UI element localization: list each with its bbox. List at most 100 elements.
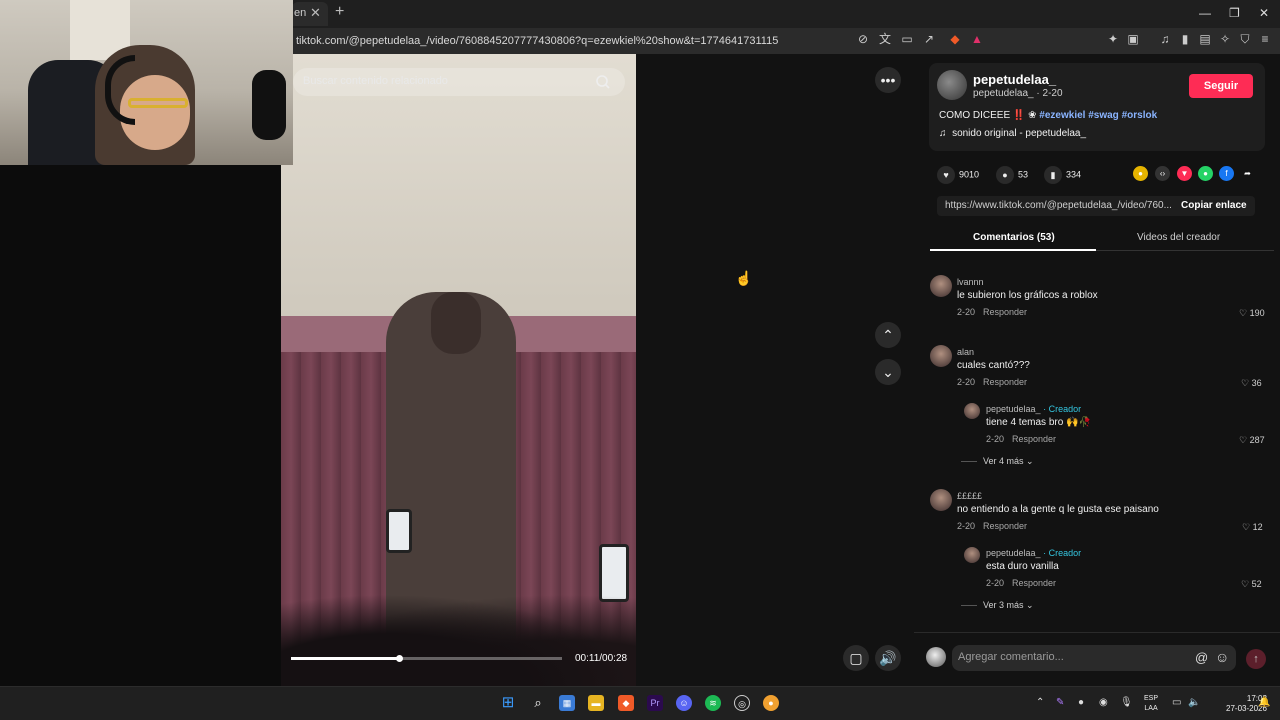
reply-author[interactable]: pepetudelaa_ · Creador bbox=[986, 548, 1081, 558]
tray-discord-icon[interactable]: ● bbox=[1078, 697, 1084, 708]
close-window-icon[interactable]: ✕ bbox=[1259, 6, 1269, 20]
microphone-icon[interactable]: 🎙 bbox=[1120, 697, 1133, 708]
obs-icon[interactable]: ◎ bbox=[734, 695, 750, 711]
brave-rewards-icon[interactable]: ▲ bbox=[970, 32, 984, 46]
sidebar-icon[interactable]: ▮ bbox=[1178, 32, 1192, 46]
video-player[interactable] bbox=[281, 54, 636, 686]
share-arrow-icon[interactable]: ➦ bbox=[1240, 166, 1255, 181]
comment-author[interactable]: lvannn bbox=[957, 277, 984, 287]
comment-like[interactable]: ♡ 12 bbox=[1242, 522, 1263, 533]
tray-overflow-icon[interactable]: ⌃ bbox=[1036, 697, 1044, 708]
mouse-cursor-icon: ☝ bbox=[735, 270, 753, 286]
language-indicator[interactable]: ESP LAA bbox=[1144, 694, 1158, 714]
send-icon[interactable]: ▼ bbox=[1177, 166, 1192, 181]
brave-shield-icon[interactable]: ◆ bbox=[948, 32, 962, 46]
discord-icon[interactable]: ☺ bbox=[676, 695, 692, 711]
reply-like[interactable]: ♡ 52 bbox=[1241, 579, 1262, 590]
reply-button[interactable]: Responder bbox=[1012, 434, 1056, 444]
view-more-replies[interactable]: Ver 3 más ⌄ bbox=[961, 600, 1034, 611]
copy-link-button[interactable]: Copiar enlace bbox=[1181, 200, 1247, 211]
coin-icon[interactable]: ● bbox=[1133, 166, 1148, 181]
reply-button[interactable]: Responder bbox=[983, 307, 1027, 317]
comment-placeholder: Agregar comentario... bbox=[958, 651, 1064, 663]
search-icon[interactable] bbox=[593, 72, 613, 92]
more-options-icon[interactable]: ••• bbox=[875, 67, 901, 93]
view-more-replies[interactable]: Ver 4 más ⌄ bbox=[961, 456, 1034, 467]
reader-icon[interactable]: ▣ bbox=[1126, 32, 1140, 46]
mention-icon[interactable]: @ bbox=[1195, 650, 1208, 665]
volume-icon[interactable]: 🔊 bbox=[875, 645, 901, 671]
new-tab-icon[interactable]: + bbox=[335, 3, 344, 21]
minimize-icon[interactable]: — bbox=[1199, 6, 1211, 20]
tab-comments[interactable]: Comentarios (53) bbox=[973, 232, 1055, 243]
crowd bbox=[281, 594, 636, 686]
speaker-icon[interactable]: 🔈 bbox=[1188, 697, 1200, 708]
widgets-icon[interactable]: ▦ bbox=[559, 695, 575, 711]
reply-avatar[interactable] bbox=[964, 547, 980, 563]
notifications-icon[interactable]: 🔔 bbox=[1258, 697, 1270, 708]
screen: en ✕ + — ❐ ✕ tiktok.com/@pepetudelaa_/vi… bbox=[0, 0, 1280, 720]
commenter-avatar[interactable] bbox=[930, 345, 952, 367]
embed-icon[interactable]: ‹› bbox=[1155, 166, 1170, 181]
creator-badge: · Creador bbox=[1043, 404, 1082, 414]
tracking-icon[interactable]: ⊘ bbox=[856, 32, 870, 46]
comment-author[interactable]: £££££ bbox=[957, 491, 982, 501]
comment-button[interactable]: ● 53 bbox=[996, 166, 1028, 184]
hashtags[interactable]: #ezewkiel #swag #orslok bbox=[1039, 110, 1157, 121]
extensions-icon[interactable]: ✦ bbox=[1106, 32, 1120, 46]
sound-link[interactable]: ♫ sonido original - pepetudelaa_ bbox=[939, 128, 1086, 139]
url-text[interactable]: tiktok.com/@pepetudelaa_/video/760884520… bbox=[296, 35, 778, 47]
comment-like[interactable]: ♡ 36 bbox=[1241, 378, 1262, 389]
author-avatar[interactable] bbox=[937, 70, 967, 100]
comment-author[interactable]: alan bbox=[957, 347, 974, 357]
premiere-icon[interactable]: Pr bbox=[647, 695, 663, 711]
phone-screen bbox=[386, 509, 412, 553]
commenter-avatar[interactable] bbox=[930, 275, 952, 297]
previous-video-icon[interactable]: ⌃ bbox=[875, 322, 901, 348]
send-comment-icon[interactable]: ↑ bbox=[1246, 649, 1266, 669]
file-explorer-icon[interactable]: ▬ bbox=[588, 695, 604, 711]
comment-meta: 2-20 Responder bbox=[957, 521, 1027, 531]
tab-creator-videos[interactable]: Videos del creador bbox=[1137, 232, 1220, 243]
share-link-field[interactable]: https://www.tiktok.com/@pepetudelaa_/vid… bbox=[937, 196, 1255, 216]
media-icon[interactable]: ♫ bbox=[1158, 32, 1172, 46]
network-icon[interactable]: ▭ bbox=[1172, 697, 1181, 708]
commenter-avatar[interactable] bbox=[930, 489, 952, 511]
app-icon[interactable]: ● bbox=[763, 695, 779, 711]
related-search-input[interactable]: Buscar contenido relacionado bbox=[293, 68, 625, 96]
follow-button[interactable]: Seguir bbox=[1189, 74, 1253, 98]
whatsapp-icon[interactable]: ● bbox=[1198, 166, 1213, 181]
next-video-icon[interactable]: ⌄ bbox=[875, 359, 901, 385]
tray-app-icon[interactable]: ✎ bbox=[1056, 697, 1064, 708]
spotify-icon[interactable]: ≋ bbox=[705, 695, 721, 711]
author-username[interactable]: pepetudelaa_ bbox=[973, 72, 1056, 87]
save-button[interactable]: ▮ 334 bbox=[1044, 166, 1081, 184]
share-page-icon[interactable]: ↗ bbox=[922, 32, 936, 46]
like-button[interactable]: ♥ 9010 bbox=[937, 166, 979, 184]
start-icon[interactable]: ⊞ bbox=[500, 695, 516, 711]
reply-button[interactable]: Responder bbox=[1012, 578, 1056, 588]
tab-close-icon[interactable]: ✕ bbox=[310, 5, 321, 21]
reply-author[interactable]: pepetudelaa_ · Creador bbox=[986, 404, 1081, 414]
vpn-icon[interactable]: ⛉ bbox=[1238, 32, 1252, 46]
wallet-icon[interactable]: ▤ bbox=[1198, 32, 1212, 46]
cast-icon[interactable]: ▭ bbox=[900, 32, 914, 46]
pip-icon[interactable]: ▢ bbox=[843, 645, 869, 671]
reply-button[interactable]: Responder bbox=[983, 521, 1027, 531]
creator-badge: · Creador bbox=[1043, 548, 1082, 558]
tray-steam-icon[interactable]: ◉ bbox=[1099, 697, 1108, 708]
leo-icon[interactable]: ✧ bbox=[1218, 32, 1232, 46]
reply-button[interactable]: Responder bbox=[983, 377, 1027, 387]
translate-icon[interactable]: 文 bbox=[878, 32, 892, 46]
menu-icon[interactable]: ≡ bbox=[1258, 32, 1272, 46]
reply-avatar[interactable] bbox=[964, 403, 980, 419]
video-progress-bar[interactable] bbox=[291, 655, 562, 662]
search-taskbar-icon[interactable]: ⌕ bbox=[530, 695, 546, 711]
comment-like[interactable]: ♡ 190 bbox=[1239, 308, 1265, 319]
sound-name: sonido original - pepetudelaa_ bbox=[952, 128, 1087, 139]
restore-icon[interactable]: ❐ bbox=[1229, 6, 1240, 20]
facebook-icon[interactable]: f bbox=[1219, 166, 1234, 181]
emoji-icon[interactable]: ☺ bbox=[1215, 649, 1229, 665]
brave-browser-icon[interactable]: ◆ bbox=[618, 695, 634, 711]
reply-like[interactable]: ♡ 287 bbox=[1239, 435, 1265, 446]
